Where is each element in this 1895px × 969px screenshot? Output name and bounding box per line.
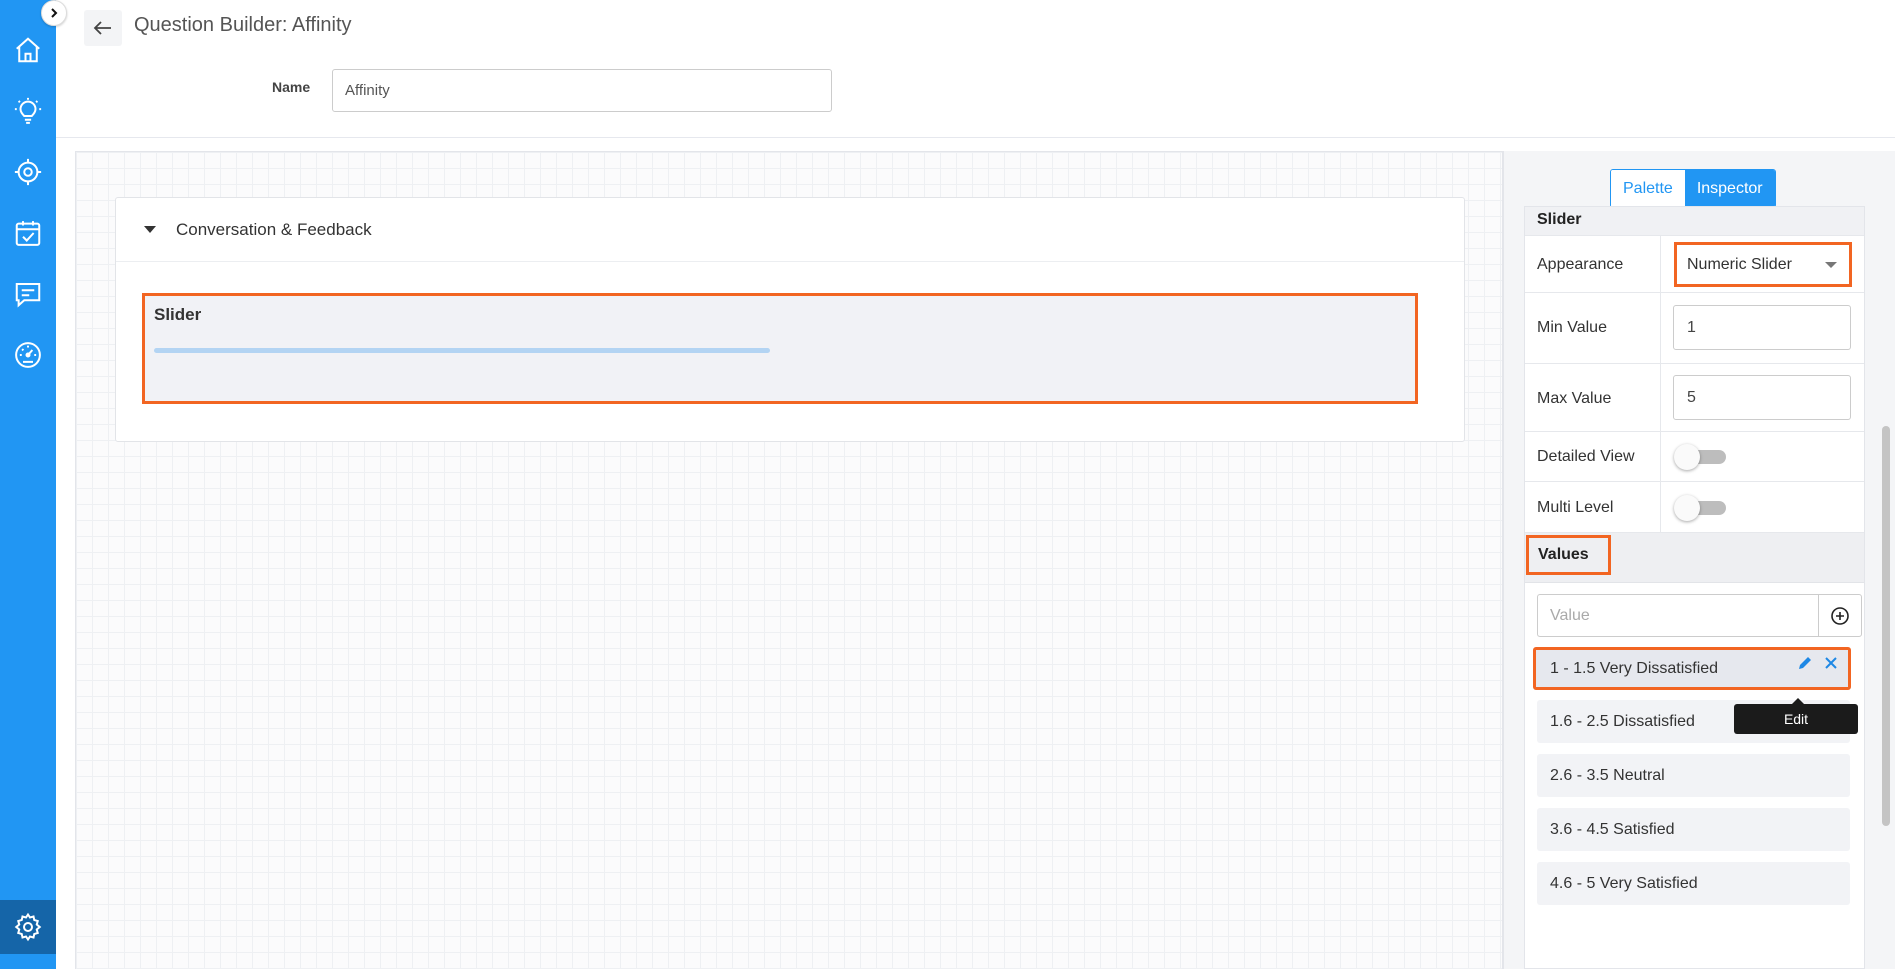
left-sidebar <box>0 0 56 969</box>
builder-canvas: Conversation & Feedback Slider <box>75 151 1503 969</box>
name-label: Name <box>272 79 311 95</box>
caret-down-icon[interactable] <box>144 226 156 233</box>
inspector-section-header: Slider <box>1525 207 1864 236</box>
page-header: Question Builder: Affinity Name <box>56 0 1895 138</box>
value-item[interactable]: 1 - 1.5 Very Dissatisfied <box>1533 647 1851 690</box>
slider-track[interactable] <box>154 348 770 353</box>
min-value-input[interactable]: 1 <box>1673 305 1851 350</box>
detailed-view-label: Detailed View <box>1537 448 1635 465</box>
appearance-row: Appearance Numeric Slider <box>1525 236 1864 293</box>
back-button[interactable] <box>84 10 122 46</box>
values-title: Values <box>1526 535 1611 575</box>
max-value-row: Max Value 5 <box>1525 364 1864 432</box>
chat-icon[interactable] <box>0 274 56 314</box>
tab-inspector[interactable]: Inspector <box>1684 170 1775 207</box>
right-panel: Palette Inspector Slider Appearance Nume… <box>1503 151 1895 969</box>
lightbulb-icon[interactable] <box>0 91 56 131</box>
appearance-value: Numeric Slider <box>1687 256 1792 273</box>
appearance-label: Appearance <box>1537 256 1624 273</box>
edit-tooltip: Edit <box>1734 698 1858 734</box>
multi-level-row: Multi Level <box>1525 482 1864 533</box>
chevron-down-icon <box>1825 262 1837 268</box>
add-value-button[interactable] <box>1818 594 1862 637</box>
slider-question[interactable]: Slider <box>142 293 1418 404</box>
section-card: Conversation & Feedback Slider <box>115 197 1465 442</box>
tab-palette[interactable]: Palette <box>1611 170 1685 207</box>
plus-circle-icon <box>1831 606 1849 625</box>
max-value-input[interactable]: 5 <box>1673 375 1851 420</box>
calendar-check-icon[interactable] <box>0 213 56 253</box>
panel-scrollbar[interactable] <box>1882 426 1890 826</box>
min-value-label: Min Value <box>1537 319 1607 336</box>
inspector: Slider Appearance Numeric Slider Min Val… <box>1524 206 1865 969</box>
pencil-icon[interactable] <box>1796 654 1814 672</box>
target-icon[interactable] <box>0 152 56 192</box>
arrow-left-icon <box>93 21 111 35</box>
value-item[interactable]: 3.6 - 4.5 Satisfied <box>1537 808 1850 851</box>
chevron-right-icon <box>51 8 58 18</box>
gear-icon[interactable] <box>0 900 56 954</box>
slider-question-label: Slider <box>154 305 202 324</box>
detailed-view-toggle[interactable] <box>1674 444 1726 470</box>
max-value-label: Max Value <box>1537 390 1612 407</box>
detailed-view-row: Detailed View <box>1525 432 1864 482</box>
appearance-select[interactable]: Numeric Slider <box>1674 242 1852 287</box>
min-value-row: Min Value 1 <box>1525 293 1864 364</box>
section-title: Conversation & Feedback <box>176 219 372 239</box>
value-input[interactable] <box>1537 594 1818 637</box>
name-input[interactable] <box>332 69 832 112</box>
value-item[interactable]: 2.6 - 3.5 Neutral <box>1537 754 1850 797</box>
page-title: Question Builder: Affinity <box>134 14 352 36</box>
value-item[interactable]: 4.6 - 5 Very Satisfied <box>1537 862 1850 905</box>
values-header: Values <box>1525 533 1864 583</box>
dashboard-icon[interactable] <box>0 335 56 375</box>
panel-tabs: Palette Inspector <box>1610 169 1776 208</box>
value-item-actions <box>1796 654 1840 672</box>
multi-level-toggle[interactable] <box>1674 495 1726 521</box>
sidebar-expand-button[interactable] <box>41 0 67 26</box>
home-icon[interactable] <box>0 30 56 70</box>
value-item-label: 1 - 1.5 Very Dissatisfied <box>1550 660 1719 677</box>
section-header[interactable]: Conversation & Feedback <box>116 198 1464 262</box>
inspector-section-title: Slider <box>1537 211 1582 228</box>
multi-level-label: Multi Level <box>1537 499 1614 516</box>
close-icon[interactable] <box>1822 654 1840 672</box>
